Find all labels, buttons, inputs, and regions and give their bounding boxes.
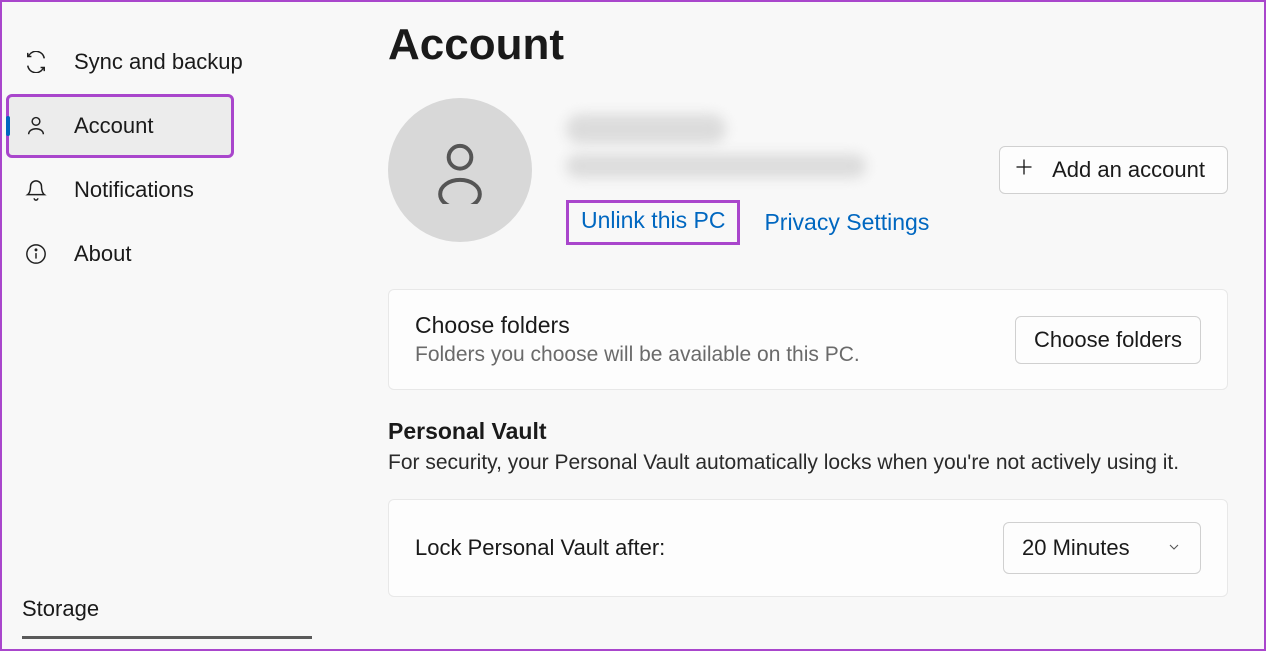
main-content: Account Unlink this PC Privacy Settings [332, 2, 1264, 649]
lock-vault-label: Lock Personal Vault after: [415, 535, 1003, 561]
avatar [388, 98, 532, 242]
page-title: Account [388, 20, 1228, 70]
choose-folders-subtitle: Folders you choose will be available on … [415, 343, 1015, 367]
privacy-settings-link[interactable]: Privacy Settings [764, 209, 929, 236]
storage-bar [22, 636, 312, 639]
sidebar: Sync and backup Account Notifications [2, 2, 332, 649]
chevron-down-icon [1166, 535, 1182, 561]
bell-icon [24, 178, 48, 202]
account-header: Unlink this PC Privacy Settings Add an a… [388, 98, 1228, 245]
sidebar-item-notifications[interactable]: Notifications [2, 158, 332, 222]
choose-folders-title: Choose folders [415, 312, 1015, 339]
info-icon [24, 242, 48, 266]
sidebar-item-label: Account [74, 113, 154, 139]
choose-folders-card: Choose folders Folders you choose will b… [388, 289, 1228, 390]
personal-vault-description: For security, your Personal Vault automa… [388, 451, 1228, 475]
account-links: Unlink this PC Privacy Settings [566, 200, 999, 245]
sidebar-item-account[interactable]: Account [6, 94, 234, 158]
plus-icon [1014, 157, 1034, 183]
user-email-redacted [566, 154, 866, 178]
sidebar-item-label: Notifications [74, 177, 194, 203]
add-account-button[interactable]: Add an account [999, 146, 1228, 194]
person-icon [24, 114, 48, 138]
user-name-redacted [566, 114, 726, 144]
lock-vault-dropdown[interactable]: 20 Minutes [1003, 522, 1201, 574]
sidebar-item-sync-backup[interactable]: Sync and backup [2, 30, 332, 94]
sidebar-item-about[interactable]: About [2, 222, 332, 286]
personal-vault-title: Personal Vault [388, 418, 1228, 445]
sidebar-item-label: About [74, 241, 132, 267]
unlink-pc-link[interactable]: Unlink this PC [581, 207, 725, 233]
storage-title: Storage [22, 596, 312, 622]
lock-vault-card: Lock Personal Vault after: 20 Minutes [388, 499, 1228, 597]
account-info: Unlink this PC Privacy Settings [566, 98, 999, 245]
unlink-highlight: Unlink this PC [566, 200, 740, 245]
sidebar-item-label: Sync and backup [74, 49, 243, 75]
storage-section: Storage [2, 596, 332, 649]
choose-folders-button[interactable]: Choose folders [1015, 316, 1201, 364]
sync-icon [24, 50, 48, 74]
add-account-label: Add an account [1052, 157, 1205, 183]
lock-vault-value: 20 Minutes [1022, 535, 1130, 561]
